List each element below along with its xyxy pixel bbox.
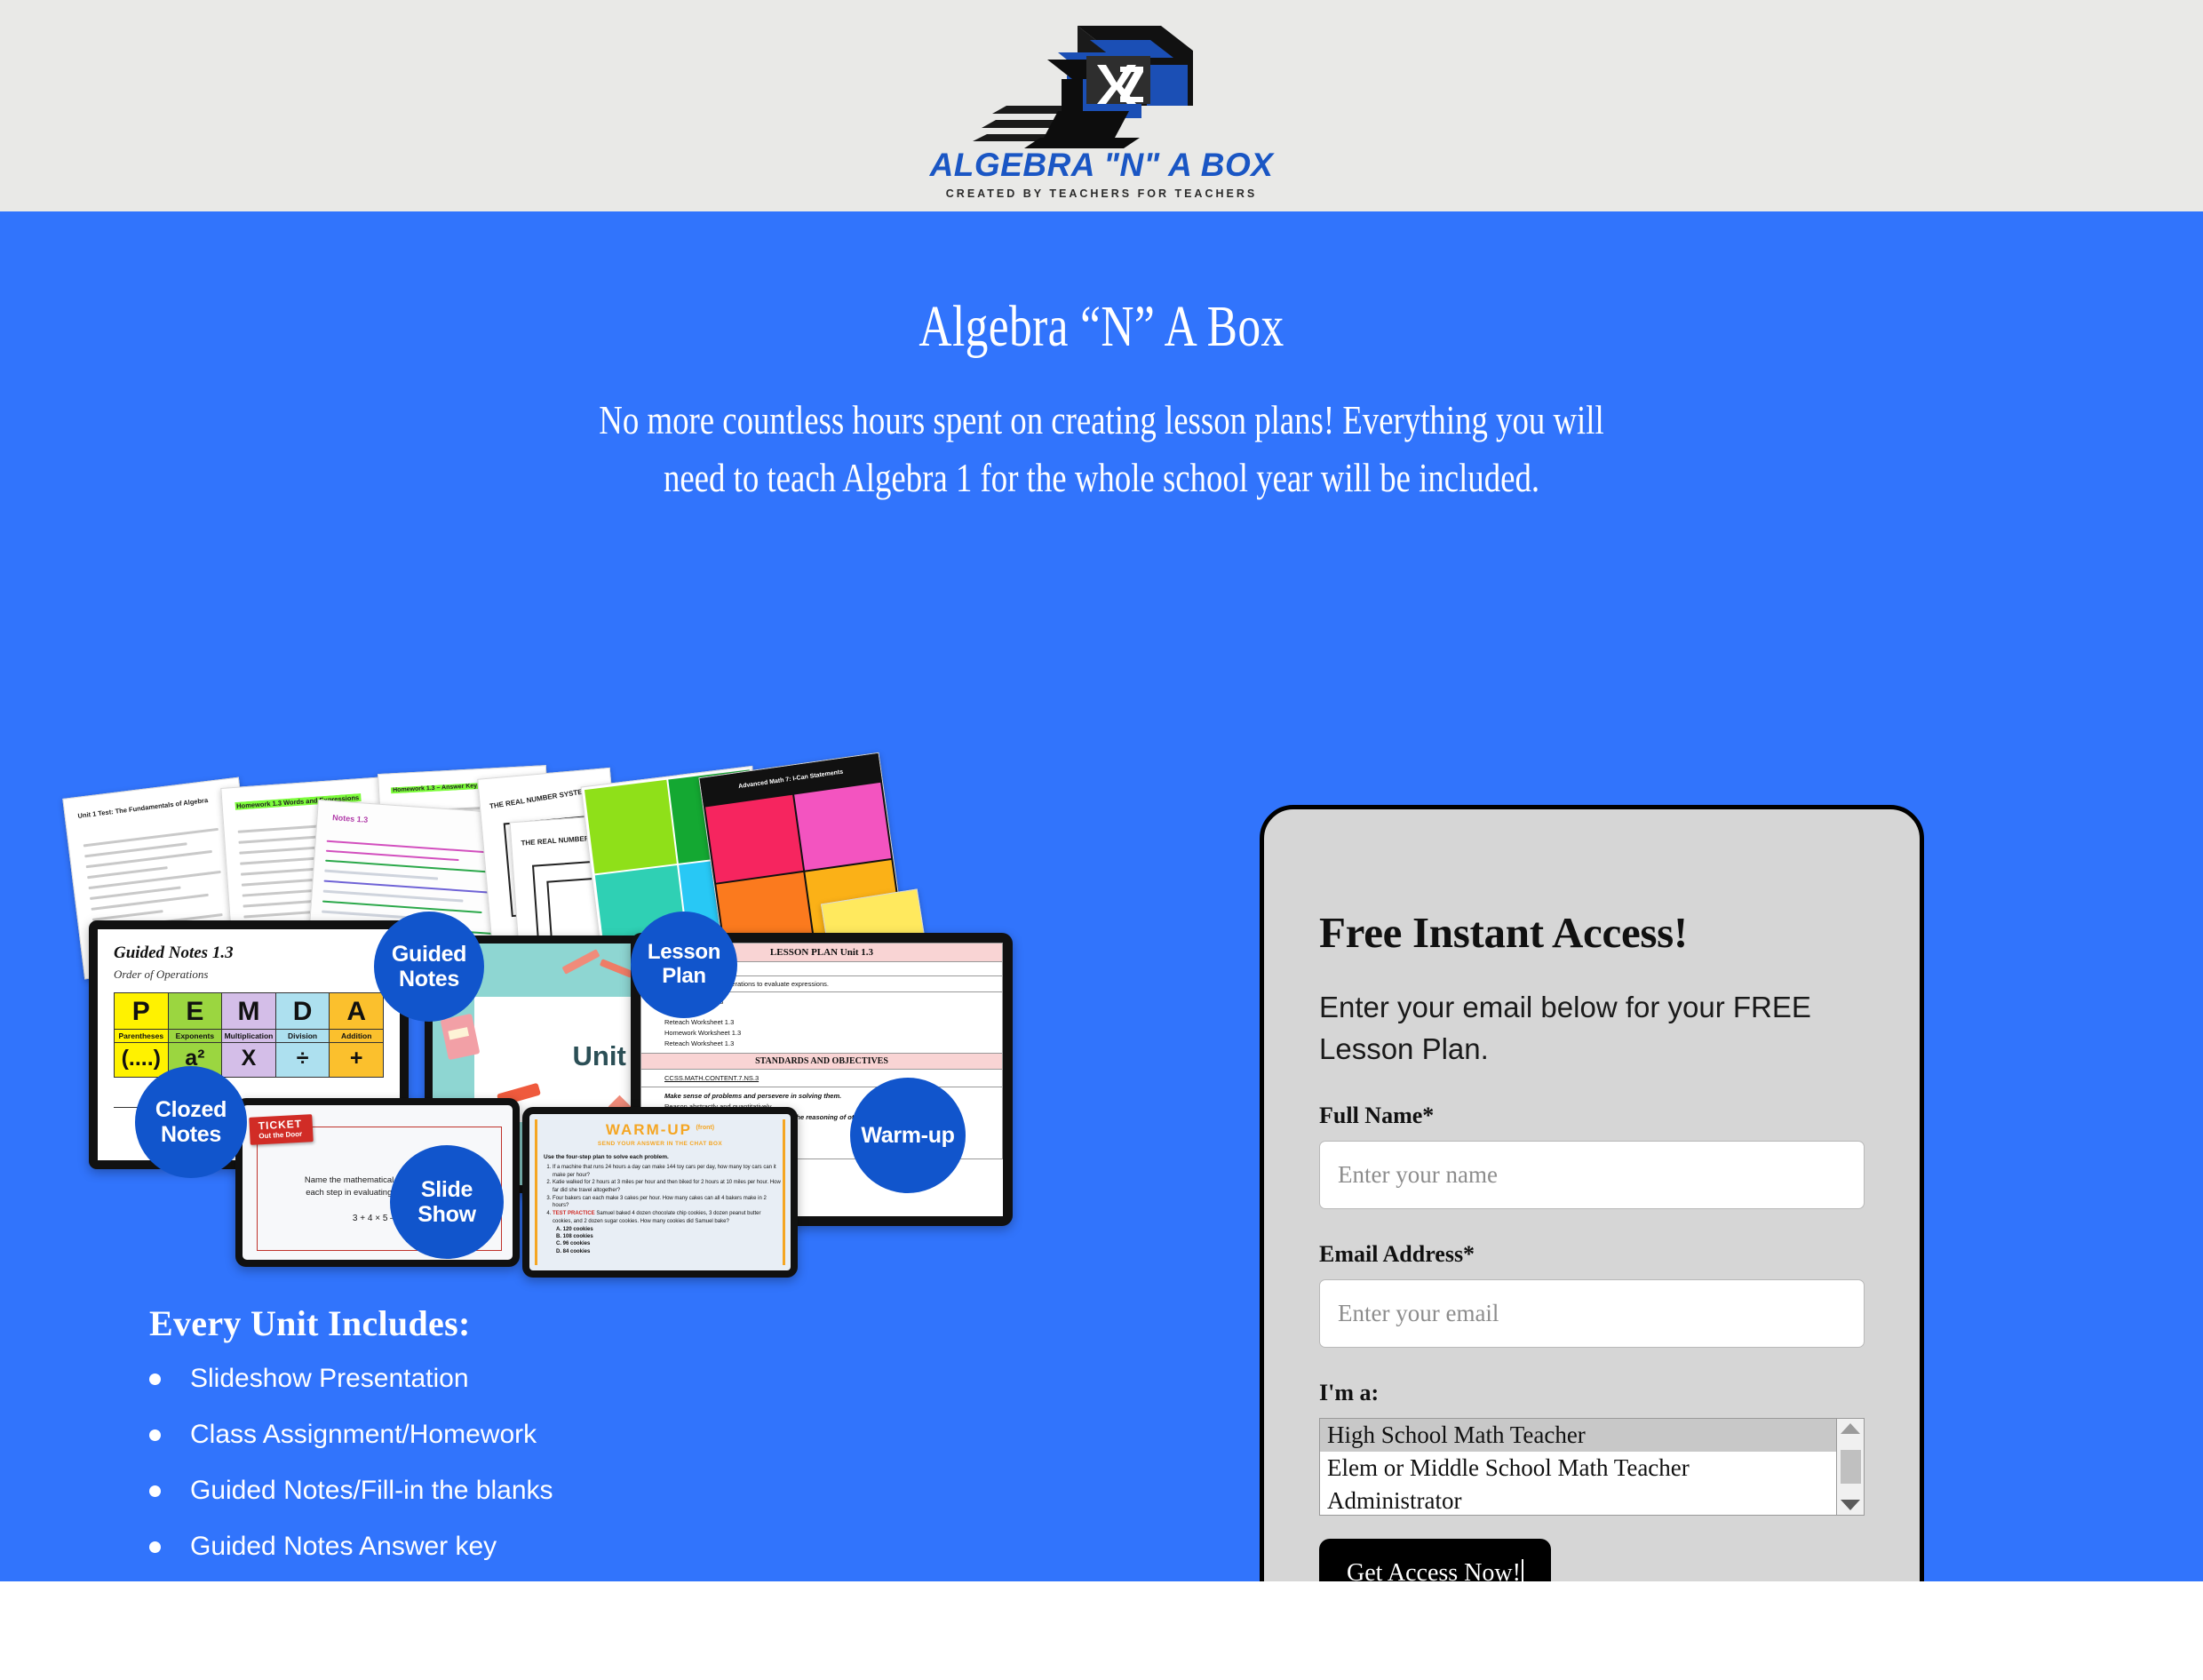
warm-up-choice: B. 108 cookies: [556, 1233, 593, 1239]
hero-section: Algebra “N” A Box No more countless hour…: [0, 211, 2203, 1581]
full-name-input[interactable]: [1319, 1140, 1865, 1209]
badge-label-line-2: Notes: [399, 967, 459, 991]
hero-subtitle-line-2: need to teach Algebra 1 for the whole sc…: [663, 455, 1540, 501]
pemdas-symbol: ÷: [296, 1046, 309, 1071]
ticket-sub: Out the Door: [258, 1129, 303, 1141]
logo-wordmark: ALGEBRA "N" A BOX: [929, 147, 1274, 183]
badge-label-line-2: Show: [418, 1202, 476, 1227]
badge-warm-up: Warm-up: [850, 1078, 966, 1193]
bullet-icon: [149, 1429, 161, 1441]
pemdas-name: Division: [275, 1029, 330, 1043]
hero-subtitle-line-1: No more countless hours spent on creatin…: [599, 397, 1604, 442]
sheet-title: Unit 1 Test: The Fundamentals of Algebra: [77, 796, 209, 821]
badge-label-line-1: Warm-up: [861, 1123, 955, 1148]
pemdas-letter: A: [346, 997, 366, 1026]
warm-up-tablet: WARM-UP (front) SEND YOUR ANSWER IN THE …: [522, 1107, 798, 1278]
get-access-now-button[interactable]: Get Access Now!: [1319, 1538, 1551, 1581]
pemdas-symbol: X: [241, 1046, 257, 1071]
features-heading: Every Unit Includes:: [149, 1303, 471, 1343]
role-option[interactable]: Administrator: [1320, 1485, 1836, 1515]
role-label: I'm a:: [1319, 1379, 1380, 1405]
logo-tagline: CREATED BY TEACHERS FOR TEACHERS: [945, 187, 1258, 200]
bullet-icon: [149, 1373, 161, 1385]
pemdas-name: Addition: [330, 1029, 383, 1043]
lesson-plan-material: Reteach Worksheet 1.3: [664, 1018, 735, 1027]
badge-lesson-plan: Lesson Plan: [631, 912, 737, 1018]
email-label: Email Address*: [1319, 1240, 1475, 1267]
algebra-n-a-box-logo-icon: [973, 26, 1193, 148]
warm-up-choice: A. 120 cookies: [556, 1226, 593, 1232]
site-header: ALGEBRA "N" A BOX CREATED BY TEACHERS FO…: [0, 0, 2203, 211]
email-input[interactable]: [1319, 1278, 1865, 1348]
lesson-plan-material: Reteach Worksheet 1.3: [664, 1039, 735, 1047]
bullet-icon: [149, 1485, 161, 1497]
role-select-listbox[interactable]: High School Math Teacher Elem or Middle …: [1319, 1417, 1865, 1516]
list-item: Guided Notes/Fill-in the blanks: [149, 1476, 1173, 1506]
sheet-title: Homework 1.3 – Answer Key: [391, 783, 480, 794]
lesson-plan-standards-header: STANDARDS AND OBJECTIVES: [640, 1054, 1003, 1071]
badge-label-line-1: Slide: [420, 1177, 473, 1202]
badge-label-line-1: Guided: [391, 942, 467, 967]
list-item: Slideshow Presentation: [149, 1364, 1173, 1394]
warm-up-subtitle: SEND YOUR ANSWER IN THE CHAT BOX: [597, 1141, 723, 1147]
pemdas-name: Multiplication: [222, 1029, 275, 1043]
text-caret: [1521, 1558, 1523, 1581]
submit-button-label: Get Access Now!: [1347, 1558, 1521, 1581]
warm-up-choice: C. 96 cookies: [556, 1241, 591, 1247]
role-option[interactable]: High School Math Teacher: [1320, 1418, 1836, 1452]
role-select-scrollbar[interactable]: [1836, 1418, 1864, 1515]
warm-up-title-sub: (front): [696, 1125, 715, 1131]
bullet-icon: [149, 1541, 161, 1553]
pemdas-symbol: +: [349, 1046, 363, 1071]
features-list: Slideshow Presentation Class Assignment/…: [149, 1364, 1173, 1581]
warm-up-problem: Four bakers can each make 3 cakes per ho…: [553, 1195, 782, 1210]
guided-notes-title: Guided Notes 1.3: [114, 944, 234, 962]
warm-up-test-practice-label: TEST PRACTICE: [553, 1211, 595, 1217]
badge-label-line-1: Lesson: [647, 940, 721, 965]
feature-label: Guided Notes/Fill-in the blanks: [190, 1476, 553, 1505]
pemdas-name: Exponents: [168, 1029, 222, 1043]
feature-label: Class Assignment/Homework: [190, 1420, 537, 1449]
warm-up-problem: Katie walked for 2 hours at 3 miles per …: [553, 1179, 782, 1194]
signup-form-card: Free Instant Access! Enter your email be…: [1260, 805, 1924, 1581]
full-name-label: Full Name*: [1319, 1102, 1435, 1128]
pemdas-table: P Parentheses (....) E Exponents a² M Mu…: [114, 992, 384, 1078]
lesson-plan-material: Homework Worksheet 1.3: [664, 1028, 742, 1037]
badge-label-line-1: Clozed: [155, 1097, 227, 1122]
feature-label: Guided Notes Answer key: [190, 1532, 497, 1561]
pemdas-symbol: (....): [121, 1046, 162, 1071]
pemdas-letter: M: [237, 997, 260, 1026]
badge-guided-notes: Guided Notes: [374, 912, 484, 1022]
form-lede: Enter your email below for your FREE Les…: [1319, 991, 1811, 1065]
badge-slide-show: Slide Show: [390, 1145, 504, 1259]
scrollbar-thumb[interactable]: [1840, 1449, 1861, 1484]
feature-label: Slideshow Presentation: [190, 1364, 469, 1393]
product-collage-image: Unit 1 Test: The Fundamentals of Algebra…: [62, 752, 1093, 1278]
site-logo[interactable]: ALGEBRA "N" A BOX CREATED BY TEACHERS FO…: [930, 12, 1274, 200]
page-title: Algebra “N” A Box: [919, 294, 1284, 359]
scroll-down-arrow-icon[interactable]: [1841, 1499, 1860, 1510]
pemdas-letter: E: [186, 997, 204, 1026]
warm-up-problem: If a machine that runs 24 hours a day ca…: [553, 1164, 782, 1179]
warm-up-choice: D. 84 cookies: [556, 1248, 591, 1254]
warm-up-title: WARM-UP: [605, 1121, 693, 1138]
list-item: Class Assignment/Homework: [149, 1420, 1173, 1450]
role-options[interactable]: High School Math Teacher Elem or Middle …: [1320, 1418, 1836, 1515]
pemdas-letter: D: [292, 997, 313, 1026]
hero-left-column: Unit 1 Test: The Fundamentals of Algebra…: [0, 752, 1173, 1581]
warm-up-instruction: Use the four-step plan to solve each pro…: [544, 1154, 669, 1160]
badge-label-line-2: Plan: [662, 964, 706, 988]
pemdas-letter: P: [131, 997, 150, 1026]
badge-label-line-2: Notes: [161, 1122, 221, 1147]
role-option[interactable]: Elem or Middle School Math Teacher: [1320, 1452, 1836, 1485]
pemdas-name: Parentheses: [115, 1029, 168, 1043]
form-title: Free Instant Access!: [1319, 908, 1688, 957]
lesson-plan-standard-code: CCSS.MATH.CONTENT.7.NS.3: [640, 1070, 1003, 1088]
badge-clozed-notes: Clozed Notes: [135, 1066, 247, 1178]
guided-notes-subtitle: Order of Operations: [114, 967, 209, 981]
list-item: Guided Notes Answer key: [149, 1532, 1173, 1562]
scroll-up-arrow-icon[interactable]: [1841, 1422, 1860, 1434]
